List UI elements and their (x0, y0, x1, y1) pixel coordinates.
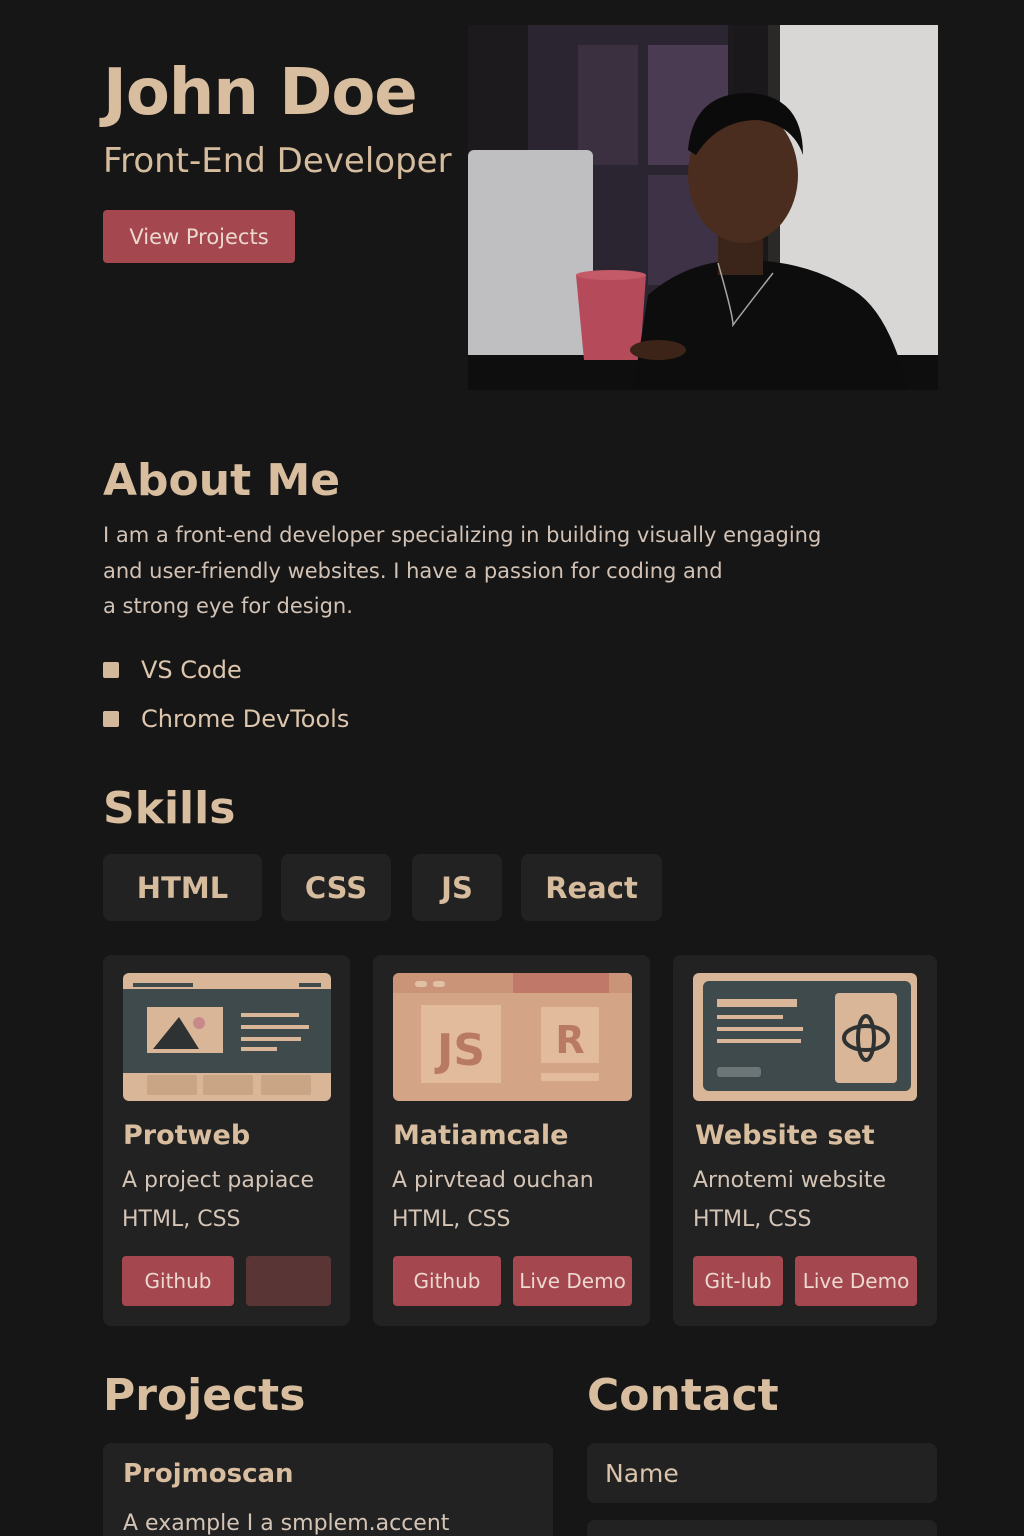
browser-thumbnail-icon (693, 973, 917, 1101)
skill-chip-css: CSS (281, 854, 391, 921)
project-list-item[interactable]: Projmoscan A example I a smplem.accent (103, 1443, 553, 1536)
card-description: Arnotemi website (693, 1168, 887, 1193)
project-card: Website set Arnotemi website HTML, CSS G… (673, 955, 937, 1326)
email-field[interactable] (587, 1520, 937, 1536)
project-card: JS R Matiamcale A pirvtead ouchan HTML, … (373, 955, 650, 1326)
github-button[interactable]: Github (122, 1256, 234, 1306)
code-editor-thumbnail-icon: JS R (393, 973, 632, 1101)
card-title: Matiamcale (393, 1120, 569, 1151)
about-heading: About Me (103, 455, 341, 506)
card-tech: HTML, CSS (392, 1207, 511, 1232)
live-demo-button[interactable]: Live Demo (513, 1256, 632, 1306)
tool-item: Chrome DevTools (103, 694, 349, 743)
tools-list: VS Code Chrome DevTools (103, 645, 349, 743)
bullet-icon (103, 710, 119, 727)
hero-name: John Doe (103, 56, 418, 130)
skill-chip-html: HTML (103, 854, 262, 921)
contact-heading: Contact (587, 1370, 779, 1421)
tool-label: VS Code (141, 655, 242, 684)
github-button[interactable]: Github (393, 1256, 501, 1306)
name-field[interactable] (587, 1443, 937, 1503)
profile-photo (468, 25, 938, 390)
about-line: a strong eye for design. (103, 594, 353, 618)
tool-item: VS Code (103, 645, 349, 694)
svg-text:R: R (555, 1018, 584, 1062)
about-line: I am a front-end developer specializing … (103, 523, 822, 547)
project-description: A example I a smplem.accent (123, 1511, 450, 1536)
project-title: Projmoscan (123, 1459, 294, 1489)
card-description: A project papiace (122, 1168, 315, 1193)
card-tech: HTML, CSS (122, 1207, 241, 1232)
card-description: A pirvtead ouchan (392, 1168, 594, 1193)
card-tech: HTML, CSS (693, 1207, 812, 1232)
tool-label: Chrome DevTools (141, 704, 350, 733)
card-title: Website set (695, 1120, 875, 1151)
view-projects-button[interactable]: View Projects (103, 210, 295, 263)
skill-chip-js: JS (412, 854, 502, 921)
about-line: and user-friendly websites. I have a pas… (103, 558, 723, 583)
live-demo-button[interactable] (246, 1256, 331, 1306)
project-card: Protweb A project papiace HTML, CSS Gith… (103, 955, 350, 1326)
bullet-icon (103, 661, 119, 678)
hero-role: Front-End Developer (103, 141, 452, 181)
card-title: Protweb (123, 1120, 251, 1151)
name-field-wrapper (587, 1443, 937, 1503)
live-demo-button[interactable]: Live Demo (795, 1256, 917, 1306)
github-button[interactable]: Git-lub (693, 1256, 783, 1306)
skill-chip-react: React (521, 854, 662, 921)
svg-text:JS: JS (434, 1025, 485, 1076)
about-paragraph: I am a front-end developer specializing … (103, 518, 843, 625)
skills-heading: Skills (103, 783, 236, 834)
projects-heading: Projects (103, 1370, 306, 1421)
website-thumbnail-icon (123, 973, 331, 1101)
